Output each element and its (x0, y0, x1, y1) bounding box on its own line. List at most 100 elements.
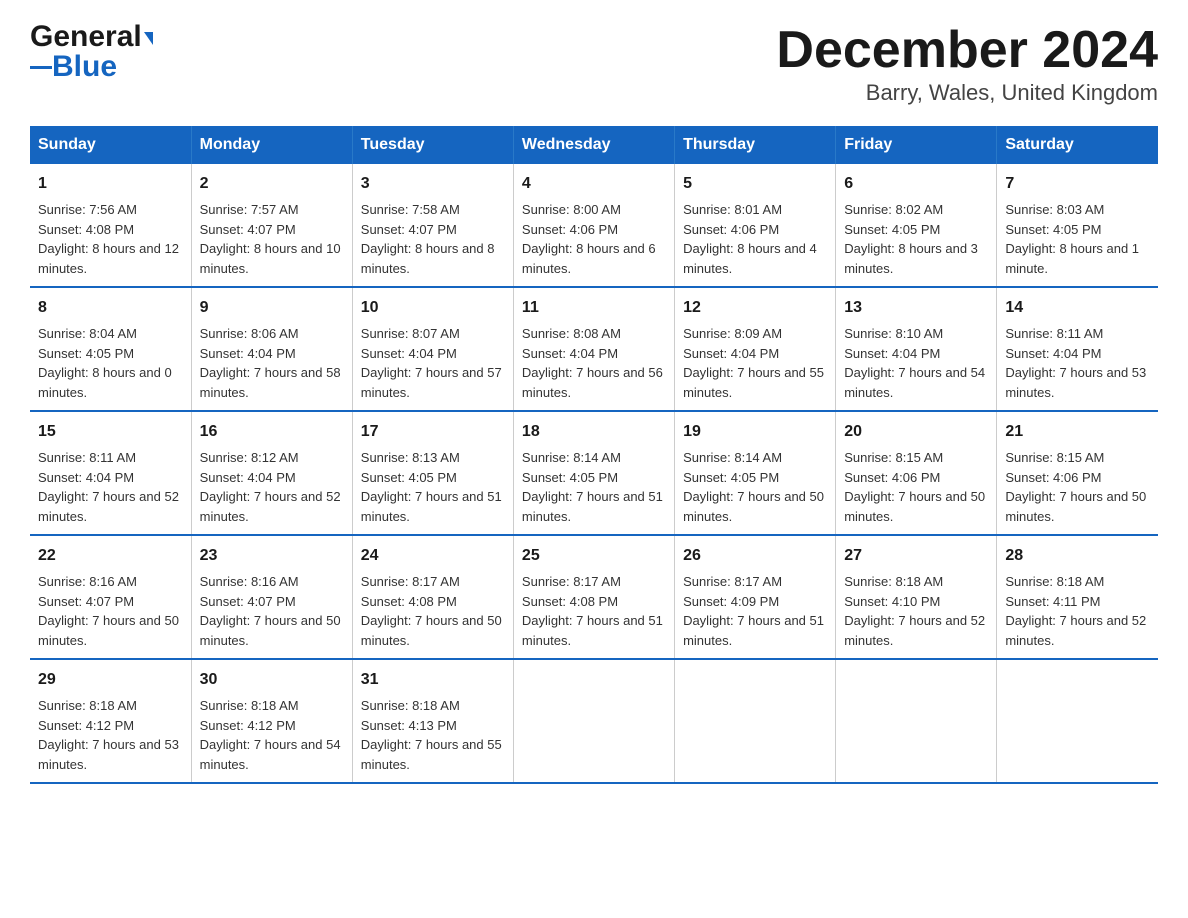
day-sunrise: Sunrise: 8:18 AM (361, 698, 460, 713)
day-number: 8 (38, 296, 183, 320)
day-daylight: Daylight: 8 hours and 8 minutes. (361, 241, 495, 276)
day-number: 29 (38, 668, 183, 692)
table-row: 21Sunrise: 8:15 AMSunset: 4:06 PMDayligh… (997, 411, 1158, 535)
day-daylight: Daylight: 7 hours and 57 minutes. (361, 365, 502, 400)
table-row: 10Sunrise: 8:07 AMSunset: 4:04 PMDayligh… (352, 287, 513, 411)
day-daylight: Daylight: 7 hours and 50 minutes. (683, 489, 824, 524)
day-daylight: Daylight: 7 hours and 53 minutes. (1005, 365, 1146, 400)
day-sunset: Sunset: 4:05 PM (844, 222, 940, 237)
day-sunset: Sunset: 4:05 PM (1005, 222, 1101, 237)
day-sunrise: Sunrise: 8:13 AM (361, 450, 460, 465)
table-row: 18Sunrise: 8:14 AMSunset: 4:05 PMDayligh… (513, 411, 674, 535)
calendar-week-row: 1Sunrise: 7:56 AMSunset: 4:08 PMDaylight… (30, 164, 1158, 287)
day-sunset: Sunset: 4:13 PM (361, 718, 457, 733)
day-daylight: Daylight: 7 hours and 52 minutes. (200, 489, 341, 524)
table-row: 15 Sunrise: 8:11 AM Sunset: 4:04 PM Dayligh… (30, 411, 191, 535)
table-row: 3Sunrise: 7:58 AMSunset: 4:07 PMDaylight… (352, 164, 513, 287)
day-number: 17 (361, 420, 505, 444)
day-sunset: Sunset: 4:04 PM (844, 346, 940, 361)
col-friday: Friday (836, 126, 997, 164)
day-number: 11 (522, 296, 666, 320)
day-daylight: Daylight: 7 hours and 52 minutes. (38, 489, 179, 524)
day-number: 30 (200, 668, 344, 692)
day-number: 28 (1005, 544, 1150, 568)
day-sunrise: Sunrise: 8:17 AM (683, 574, 782, 589)
calendar-header-row: Sunday Monday Tuesday Wednesday Thursday… (30, 126, 1158, 164)
table-row: 25Sunrise: 8:17 AMSunset: 4:08 PMDayligh… (513, 535, 674, 659)
day-number: 15 (38, 420, 183, 444)
page-header: General Blue December 2024 Barry, Wales,… (30, 20, 1158, 106)
day-number: 25 (522, 544, 666, 568)
table-row (675, 659, 836, 783)
day-sunrise: Sunrise: 8:09 AM (683, 326, 782, 341)
table-row: 30Sunrise: 8:18 AMSunset: 4:12 PMDayligh… (191, 659, 352, 783)
day-sunrise: Sunrise: 8:14 AM (522, 450, 621, 465)
day-daylight: Daylight: 8 hours and 4 minutes. (683, 241, 817, 276)
table-row: 9Sunrise: 8:06 AMSunset: 4:04 PMDaylight… (191, 287, 352, 411)
day-daylight: Daylight: 8 hours and 0 minutes. (38, 365, 172, 400)
day-daylight: Daylight: 7 hours and 54 minutes. (200, 737, 341, 772)
table-row: 5Sunrise: 8:01 AMSunset: 4:06 PMDaylight… (675, 164, 836, 287)
day-daylight: Daylight: 8 hours and 1 minute. (1005, 241, 1139, 276)
day-sunrise: Sunrise: 7:56 AM (38, 202, 137, 217)
table-row: 13Sunrise: 8:10 AMSunset: 4:04 PMDayligh… (836, 287, 997, 411)
col-tuesday: Tuesday (352, 126, 513, 164)
day-number: 12 (683, 296, 827, 320)
table-row: 17Sunrise: 8:13 AMSunset: 4:05 PMDayligh… (352, 411, 513, 535)
day-sunrise: Sunrise: 8:18 AM (1005, 574, 1104, 589)
day-sunrise: Sunrise: 8:11 AM (38, 450, 136, 465)
table-row (513, 659, 674, 783)
day-sunset: Sunset: 4:05 PM (38, 346, 134, 361)
table-row: 16Sunrise: 8:12 AMSunset: 4:04 PMDayligh… (191, 411, 352, 535)
day-sunset: Sunset: 4:04 PM (361, 346, 457, 361)
day-daylight: Daylight: 7 hours and 53 minutes. (38, 737, 179, 772)
day-sunset: Sunset: 4:04 PM (522, 346, 618, 361)
day-sunset: Sunset: 4:12 PM (38, 718, 134, 733)
logo-blue: Blue (52, 50, 117, 84)
day-sunset: Sunset: 4:05 PM (683, 470, 779, 485)
day-sunrise: Sunrise: 8:03 AM (1005, 202, 1104, 217)
day-sunrise: Sunrise: 8:14 AM (683, 450, 782, 465)
day-sunrise: Sunrise: 8:17 AM (361, 574, 460, 589)
calendar-week-row: 8Sunrise: 8:04 AMSunset: 4:05 PMDaylight… (30, 287, 1158, 411)
day-number: 21 (1005, 420, 1150, 444)
day-sunrise: Sunrise: 8:15 AM (844, 450, 943, 465)
day-daylight: Daylight: 7 hours and 51 minutes. (683, 613, 824, 648)
day-sunset: Sunset: 4:04 PM (38, 470, 134, 485)
table-row: 4Sunrise: 8:00 AMSunset: 4:06 PMDaylight… (513, 164, 674, 287)
day-daylight: Daylight: 7 hours and 51 minutes. (522, 613, 663, 648)
day-sunset: Sunset: 4:09 PM (683, 594, 779, 609)
calendar-table: Sunday Monday Tuesday Wednesday Thursday… (30, 126, 1158, 784)
day-number: 9 (200, 296, 344, 320)
day-daylight: Daylight: 7 hours and 51 minutes. (522, 489, 663, 524)
table-row (836, 659, 997, 783)
day-sunrise: Sunrise: 8:12 AM (200, 450, 299, 465)
calendar-week-row: 29 Sunrise: 8:18 AM Sunset: 4:12 PM Dayligh… (30, 659, 1158, 783)
day-number: 27 (844, 544, 988, 568)
col-thursday: Thursday (675, 126, 836, 164)
col-sunday: Sunday (30, 126, 191, 164)
day-number: 26 (683, 544, 827, 568)
day-daylight: Daylight: 7 hours and 50 minutes. (361, 613, 502, 648)
day-sunrise: Sunrise: 8:15 AM (1005, 450, 1104, 465)
day-sunset: Sunset: 4:12 PM (200, 718, 296, 733)
day-sunset: Sunset: 4:05 PM (522, 470, 618, 485)
table-row: 2Sunrise: 7:57 AMSunset: 4:07 PMDaylight… (191, 164, 352, 287)
day-sunrise: Sunrise: 8:10 AM (844, 326, 943, 341)
day-number: 5 (683, 172, 827, 196)
day-number: 13 (844, 296, 988, 320)
day-number: 20 (844, 420, 988, 444)
day-daylight: Daylight: 8 hours and 10 minutes. (200, 241, 341, 276)
day-daylight: Daylight: 7 hours and 55 minutes. (361, 737, 502, 772)
col-saturday: Saturday (997, 126, 1158, 164)
day-sunset: Sunset: 4:05 PM (361, 470, 457, 485)
day-daylight: Daylight: 8 hours and 3 minutes. (844, 241, 978, 276)
calendar-week-row: 15 Sunrise: 8:11 AM Sunset: 4:04 PM Dayligh… (30, 411, 1158, 535)
day-sunset: Sunset: 4:04 PM (683, 346, 779, 361)
day-sunrise: Sunrise: 8:18 AM (38, 698, 137, 713)
day-daylight: Daylight: 7 hours and 52 minutes. (1005, 613, 1146, 648)
table-row: 31Sunrise: 8:18 AMSunset: 4:13 PMDayligh… (352, 659, 513, 783)
day-sunrise: Sunrise: 8:00 AM (522, 202, 621, 217)
day-number: 10 (361, 296, 505, 320)
table-row: 14Sunrise: 8:11 AMSunset: 4:04 PMDayligh… (997, 287, 1158, 411)
